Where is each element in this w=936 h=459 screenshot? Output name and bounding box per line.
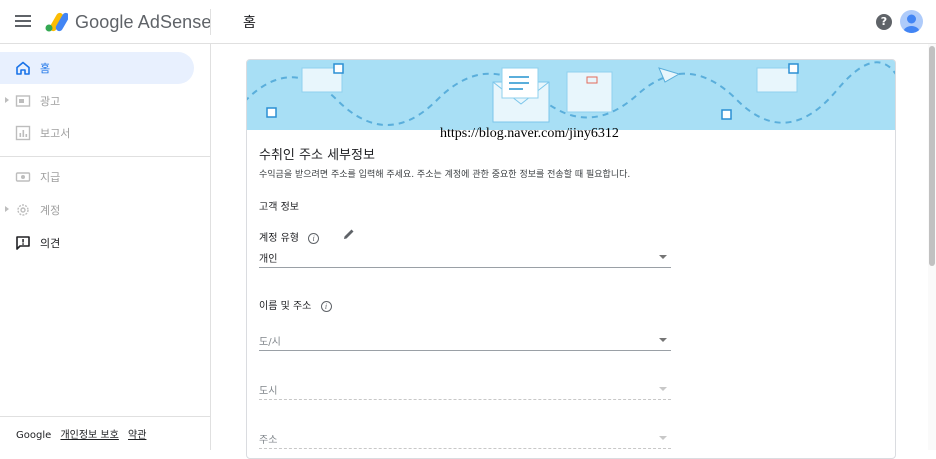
sidebar-item-label: 광고	[40, 95, 61, 108]
ads-icon	[15, 95, 31, 107]
sidebar-footer-divider	[0, 416, 210, 417]
account-type-value: 개인	[259, 254, 278, 265]
page-scrollbar[interactable]	[928, 44, 936, 450]
payee-address-card: https://blog.naver.com/jiny6312 수취인 주소 세…	[246, 59, 896, 459]
account-type-select[interactable]: 개인	[259, 246, 671, 268]
name-address-label: 이름 및 주소 i	[259, 297, 332, 312]
person-icon	[903, 14, 920, 33]
city-placeholder: 도시	[259, 386, 278, 397]
watermark-text: https://blog.naver.com/jiny6312	[440, 126, 619, 141]
sidebar-item-feedback[interactable]: 의견	[0, 227, 194, 259]
address-select[interactable]: 주소	[259, 427, 671, 449]
brand-name: Google AdSense	[75, 12, 212, 32]
gear-icon	[17, 204, 29, 216]
scrollbar-thumb[interactable]	[929, 46, 935, 266]
info-icon[interactable]: i	[320, 300, 332, 312]
sidebar-item-label: 계정	[40, 204, 61, 217]
dropdown-arrow-icon	[659, 436, 667, 440]
sidebar-item-label: 홈	[40, 62, 51, 75]
page-title: 홈	[243, 15, 256, 31]
edit-pencil-icon[interactable]	[342, 227, 356, 241]
footer-google: Google	[16, 430, 52, 441]
home-icon	[16, 61, 30, 75]
dropdown-arrow-icon	[659, 338, 667, 342]
feedback-icon	[16, 236, 30, 250]
sidebar-item-label: 의견	[40, 237, 61, 250]
name-address-label-text: 이름 및 주소	[259, 301, 312, 312]
help-icon[interactable]: ?	[876, 14, 892, 30]
province-select[interactable]: 도/시	[259, 329, 671, 351]
sidebar-footer: Google 개인정보 보호 약관	[16, 426, 146, 441]
privacy-link[interactable]: 개인정보 보호	[60, 430, 118, 441]
reports-icon	[15, 125, 31, 141]
dropdown-arrow-icon	[659, 387, 667, 391]
menu-icon[interactable]	[15, 15, 31, 29]
sidebar-item-payments[interactable]: 지급	[0, 161, 194, 193]
adsense-logo-icon	[45, 12, 68, 32]
sidebar-item-ads[interactable]: 광고	[0, 85, 194, 117]
sidebar-divider	[0, 156, 210, 157]
account-type-label: 계정 유형 i	[259, 229, 320, 244]
account-avatar[interactable]	[900, 10, 923, 33]
province-placeholder: 도/시	[259, 337, 281, 348]
city-select[interactable]: 도시	[259, 378, 671, 400]
payments-icon	[15, 172, 31, 182]
customer-info-heading: 고객 정보	[259, 202, 299, 213]
info-icon[interactable]: i	[308, 232, 320, 244]
terms-link[interactable]: 약관	[128, 430, 146, 441]
account-type-label-text: 계정 유형	[259, 233, 299, 244]
sidebar-item-label: 보고서	[40, 127, 71, 140]
sidebar: 홈 광고 보고서 지급 계정 의견 Google 개인정보 보호 약관	[0, 44, 211, 450]
sidebar-item-label: 지급	[40, 171, 61, 184]
dropdown-arrow-icon	[659, 255, 667, 259]
section-title: 수취인 주소 세부정보	[259, 148, 375, 163]
address-placeholder: 주소	[259, 435, 278, 446]
sidebar-item-account[interactable]: 계정	[0, 194, 194, 226]
section-description: 수익금을 받으려면 주소를 입력해 주세요. 주소는 계정에 관한 중요한 정보…	[259, 170, 631, 180]
header-divider	[210, 9, 211, 35]
sidebar-item-home[interactable]: 홈	[0, 52, 194, 84]
expand-arrow-icon	[5, 97, 9, 103]
expand-arrow-icon	[5, 206, 9, 212]
sidebar-item-reports[interactable]: 보고서	[0, 117, 194, 149]
mail-banner-illustration	[247, 60, 895, 130]
top-app-bar: Google AdSense 홈 ?	[0, 0, 936, 44]
